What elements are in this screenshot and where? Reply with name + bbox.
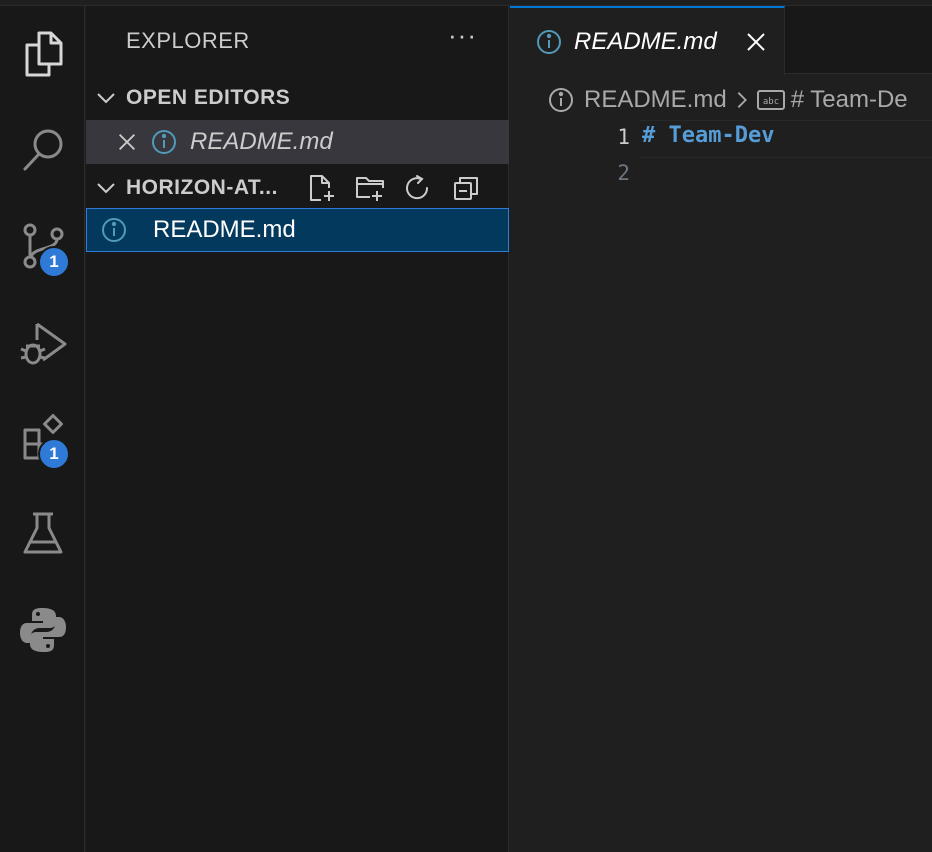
source-control-activity-button[interactable]: 1 — [0, 208, 85, 284]
info-icon — [152, 130, 176, 154]
tab-bar: README.md — [510, 6, 932, 75]
svg-text:abc: abc — [763, 97, 779, 107]
close-icon[interactable] — [116, 131, 138, 153]
open-editor-item[interactable]: README.md — [86, 120, 509, 164]
explorer-sidebar: EXPLORER ··· OPEN EDITORS README.md HORI… — [86, 6, 509, 852]
sidebar-title: EXPLORER — [126, 28, 250, 53]
editor-area: README.md README.md abc # Team-De 1 2 # … — [510, 6, 932, 852]
open-editors-section-header[interactable]: OPEN EDITORS — [86, 76, 509, 120]
more-actions-button[interactable]: ··· — [448, 20, 477, 51]
tab-readme[interactable]: README.md — [510, 6, 785, 75]
open-editor-filename: README.md — [190, 128, 333, 155]
line-number: 1 — [617, 125, 630, 149]
new-file-icon — [310, 175, 334, 201]
info-icon — [102, 218, 126, 242]
line-number: 2 — [617, 161, 630, 185]
python-icon — [19, 608, 66, 652]
extensions-badge: 1 — [38, 438, 70, 470]
run-debug-activity-button[interactable] — [0, 304, 85, 380]
info-icon — [537, 29, 561, 54]
explorer-activity-button[interactable] — [0, 16, 85, 92]
refresh-icon — [406, 175, 429, 200]
info-icon — [549, 88, 573, 112]
extensions-activity-button[interactable]: 1 — [0, 400, 85, 476]
breadcrumb-file[interactable]: README.md — [584, 86, 727, 114]
breadcrumb: README.md abc # Team-De — [510, 82, 932, 118]
close-icon[interactable] — [744, 30, 768, 54]
chevron-right-icon — [737, 92, 747, 108]
search-icon — [23, 129, 62, 171]
new-folder-icon — [356, 177, 384, 201]
run-debug-icon — [19, 322, 66, 365]
activity-bar: 1 1 — [0, 6, 85, 852]
testing-activity-button[interactable] — [0, 496, 85, 572]
file-item-name: README.md — [153, 216, 296, 243]
collapse-all-icon — [454, 177, 478, 200]
string-symbol-icon: abc — [756, 90, 785, 110]
search-activity-button[interactable] — [0, 112, 85, 188]
chevron-down-icon — [97, 183, 115, 194]
new-file-button[interactable] — [298, 170, 346, 206]
folder-toolbar — [298, 170, 490, 206]
new-folder-button[interactable] — [346, 170, 394, 206]
testing-flask-icon — [23, 512, 62, 554]
refresh-button[interactable] — [394, 170, 442, 206]
chevron-down-icon — [97, 93, 115, 104]
breadcrumb-symbol[interactable]: # Team-De — [791, 86, 908, 114]
code-line[interactable]: # Team-Dev — [642, 123, 774, 148]
python-activity-button[interactable] — [0, 592, 85, 668]
open-editors-label: OPEN EDITORS — [126, 86, 291, 109]
files-icon — [25, 31, 62, 77]
collapse-all-button[interactable] — [442, 170, 490, 206]
file-item-readme[interactable]: README.md — [86, 208, 509, 252]
source-control-badge: 1 — [38, 246, 70, 278]
tab-label: README.md — [574, 27, 717, 55]
folder-label: HORIZON-AT... — [126, 176, 278, 199]
